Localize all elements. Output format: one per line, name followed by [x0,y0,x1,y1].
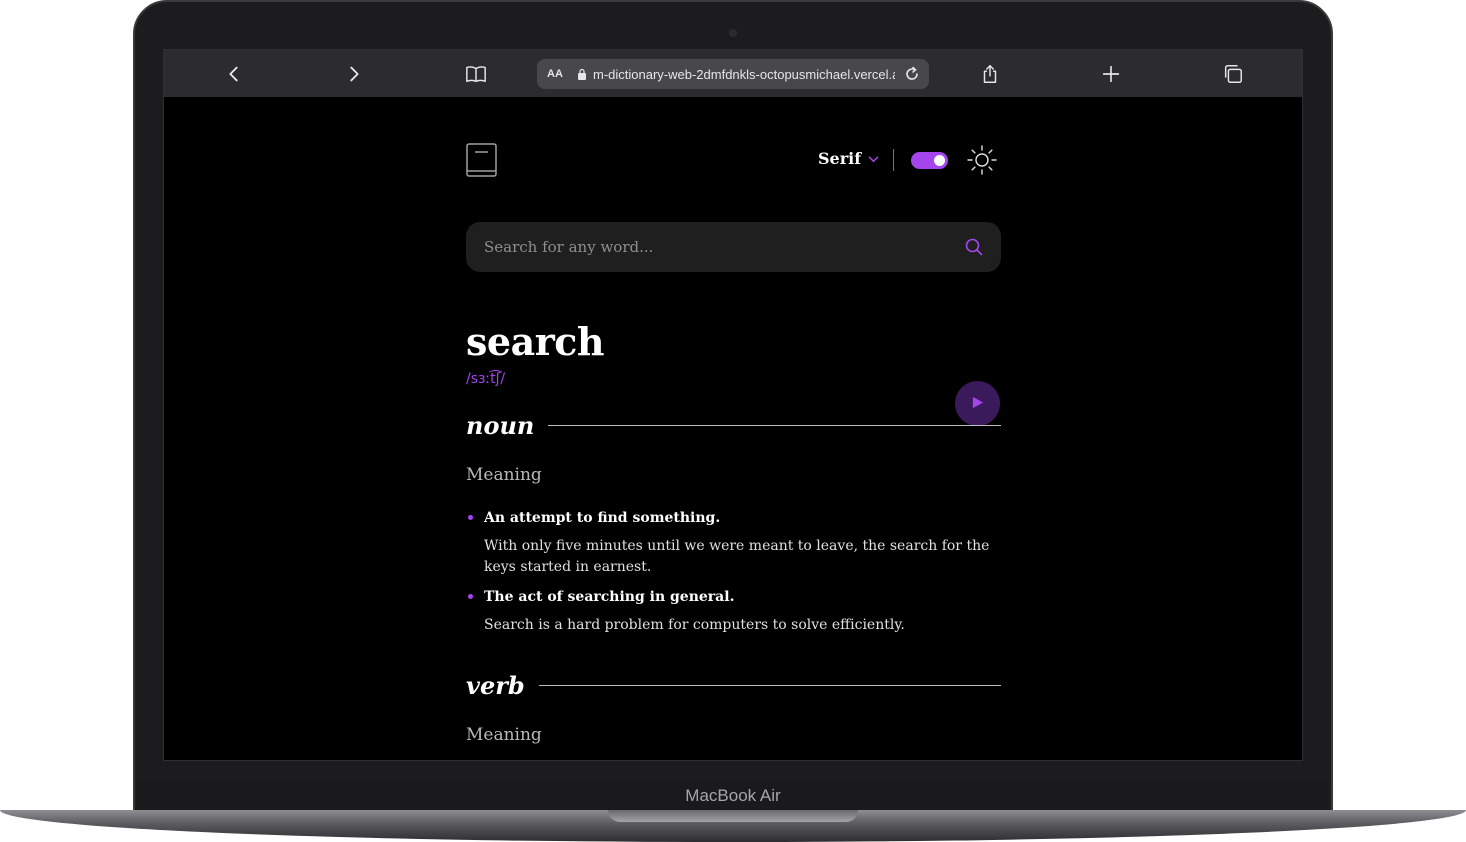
part-of-speech-row: noun [466,411,1001,440]
part-of-speech-row: verb [466,671,1001,700]
browser-toolbar: AA m-dictionary-web-2dmfdnkls-octopusmic… [164,50,1302,97]
bookmarks-icon[interactable] [464,62,488,86]
text-size-button[interactable]: AA [547,68,569,80]
divider-line [538,685,1001,686]
meaning-heading: Meaning [466,725,542,745]
theme-toggle[interactable] [911,152,948,169]
book-logo-icon[interactable] [466,143,498,179]
part-of-speech: verb [466,671,525,700]
word-title: search [466,319,604,364]
reload-icon[interactable] [903,65,921,83]
divider-line [548,425,1001,426]
url-text: m-dictionary-web-2dmfdnkls-octopusmichae… [593,66,895,82]
header-divider [893,149,894,171]
font-family-value: Serif [818,149,862,168]
definition-item: The act of searching in general. Search … [466,587,1001,636]
tabs-icon[interactable] [1221,62,1245,86]
toggle-knob [934,155,945,166]
dictionary-app: Serif search /sɜːt͡ʃ/ noun [466,97,1001,760]
search-input[interactable] [484,238,965,256]
bullet [468,594,473,599]
model-label: MacBook Air [685,786,781,805]
lock-icon [577,68,587,80]
screen: AA m-dictionary-web-2dmfdnkls-octopusmic… [163,49,1303,761]
sun-icon[interactable] [966,144,998,176]
bullet [468,515,473,520]
definition-text: An attempt to find something. [484,510,721,526]
definition-item: An attempt to find something. With only … [466,508,1001,578]
chevron-down-icon [867,149,880,168]
definition-text: The act of searching in general. [484,589,735,605]
address-bar[interactable]: AA m-dictionary-web-2dmfdnkls-octopusmic… [537,59,929,89]
definition-list: An attempt to find something. With only … [466,508,1001,645]
font-family-dropdown[interactable]: Serif [818,149,880,168]
phonetic: /sɜːt͡ʃ/ [466,371,506,387]
forward-icon[interactable] [342,62,366,86]
search-icon[interactable] [965,238,983,256]
definition-example: Search is a hard problem for computers t… [484,617,905,633]
camera [729,29,737,37]
search-bar [466,222,1001,272]
back-icon[interactable] [222,62,246,86]
part-of-speech: noun [466,411,535,440]
definition-example: With only five minutes until we were mea… [484,538,990,575]
share-icon[interactable] [978,62,1002,86]
laptop-notch [608,810,858,822]
new-tab-icon[interactable] [1099,62,1123,86]
meaning-heading: Meaning [466,465,542,485]
